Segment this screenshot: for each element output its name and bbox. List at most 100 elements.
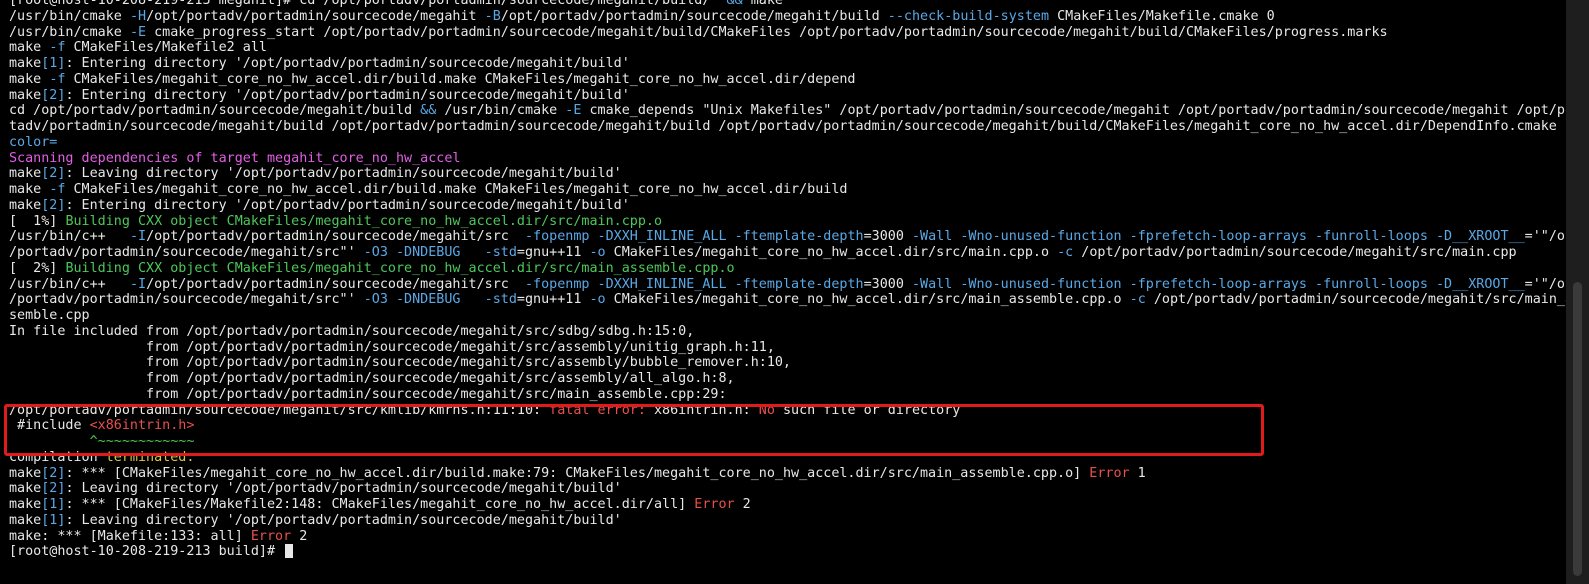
terminal-line: make[1]: *** [CMakeFiles/Makefile2:148: …	[9, 497, 751, 513]
terminal-text: Error	[250, 528, 292, 544]
terminal-text: : Entering directory '/opt/portadv/porta…	[65, 56, 630, 71]
terminal-text: CMakeFiles/Makefile.cmake 0	[1049, 8, 1275, 24]
terminal-text: Error	[694, 497, 735, 512]
terminal-text: Error	[1089, 465, 1130, 481]
terminal-text: /portadv/portadmin/sourcecode/megahit/sr…	[9, 292, 364, 308]
terminal-text: [ 2%]	[9, 260, 66, 276]
scrollbar-thumb[interactable]	[1573, 282, 1582, 576]
terminal-line: from /opt/portadv/portadmin/sourcecode/m…	[9, 387, 726, 403]
terminal-line: make[2]: Leaving directory '/opt/portadv…	[9, 481, 622, 497]
terminal-line: [ 1%] Building CXX object CMakeFiles/meg…	[9, 214, 662, 230]
terminal-line: /portadv/portadmin/sourcecode/megahit/sr…	[9, 245, 1517, 261]
terminal-text: /opt/portadv/portadmin/sourcecode/megahi…	[146, 276, 525, 292]
terminal-line: make[2]: Entering directory '/opt/portad…	[9, 88, 630, 104]
terminal-output[interactable]: [root@host-10-208-219-213 megahit]# cd /…	[0, 0, 1581, 584]
terminal-text: ^~~~~~~~~~~~~	[9, 434, 195, 449]
terminal-line: /usr/bin/c++ -I/opt/portadv/portadmin/so…	[9, 229, 1581, 245]
terminal-text: =3000	[863, 276, 912, 292]
terminal-text: [2]	[41, 197, 66, 213]
terminal-line: /opt/portadv/portadmin/sourcecode/megahi…	[9, 403, 960, 419]
terminal-text: -c	[1057, 245, 1074, 260]
terminal-text: -O3 -DNDEBUG	[363, 292, 461, 308]
terminal-text: /usr/bin/c++	[9, 229, 130, 245]
terminal-line: color=	[9, 135, 57, 151]
terminal-line: /usr/bin/cmake -E cmake_progress_start /…	[9, 25, 1388, 41]
terminal-line: make: *** [Makefile:133: all] Error 2	[9, 529, 307, 545]
scrollbar[interactable]	[1566, 0, 1589, 584]
terminal-text: &&	[726, 0, 743, 8]
terminal-text: =gnu++11	[516, 245, 590, 260]
terminal-text: cd /opt/portadv/portadmin/sourcecode/meg…	[9, 103, 421, 119]
terminal-text: -f	[49, 40, 66, 56]
terminal-text: fatal error:	[549, 402, 654, 418]
terminal-line: Scanning dependencies of target megahit_…	[9, 151, 460, 167]
terminal-text: -O3 -DNDEBUG	[363, 245, 461, 260]
terminal-line: semble.cpp	[9, 308, 90, 324]
terminal-text: /usr/bin/cmake	[9, 8, 130, 24]
terminal-text: : Leaving directory '/opt/portadv/portad…	[65, 166, 622, 182]
terminal-text: make: *** [Makefile:133: all]	[9, 528, 251, 544]
terminal-text: No	[758, 402, 775, 418]
terminal-text: tadv/portadmin/sourcecode/megahit/build …	[9, 119, 1565, 134]
terminal-line: #include <x86intrin.h>	[9, 418, 194, 434]
terminal-line: compilation terminated.	[9, 450, 194, 466]
terminal-text: make	[9, 71, 50, 87]
terminal-text: /usr/bin/c++	[9, 276, 130, 292]
terminal-text: -Wall -Wno-unused-function -fprefetch-lo…	[911, 276, 1525, 292]
terminal-text: make	[742, 0, 783, 8]
terminal-text: -E	[565, 103, 582, 119]
terminal-text: -o	[589, 245, 606, 260]
terminal-text: : Leaving directory '/opt/portadv/portad…	[65, 481, 622, 497]
terminal-line: /usr/bin/cmake -H/opt/portadv/portadmin/…	[9, 9, 1275, 25]
terminal-text: <x86intrin.h>	[89, 418, 195, 434]
terminal-text: [1]	[41, 512, 66, 528]
terminal-text: /usr/bin/cmake	[9, 24, 130, 40]
terminal-text: [2]	[41, 87, 66, 103]
terminal-text: : *** [CMakeFiles/Makefile2:148: CMakeFi…	[65, 497, 695, 512]
terminal-text: In file included from /opt/portadv/porta…	[9, 323, 695, 339]
terminal-text: /portadv/portadmin/sourcecode/megahit/sr…	[9, 245, 364, 260]
terminal-line: /usr/bin/c++ -I/opt/portadv/portadmin/so…	[9, 277, 1581, 293]
terminal-text: -I	[129, 276, 147, 292]
terminal-line: /portadv/portadmin/sourcecode/megahit/sr…	[9, 292, 1581, 308]
terminal-line: from /opt/portadv/portadmin/sourcecode/m…	[9, 355, 791, 371]
terminal-line: make[2]: Entering directory '/opt/portad…	[9, 198, 630, 214]
terminal-text: terminated.	[105, 449, 195, 465]
terminal-text: /opt/portadv/portadmin/sourcecode/megahi…	[146, 8, 485, 24]
terminal-text: /opt/portadv/portadmin/sourcecode/megahi…	[1073, 245, 1517, 260]
terminal-text: cmake_progress_start /opt/portadv/portad…	[146, 24, 1388, 40]
terminal-line: from /opt/portadv/portadmin/sourcecode/m…	[9, 371, 735, 387]
terminal-text: /opt/portadv/portadmin/sourcecode/megahi…	[500, 8, 888, 24]
terminal-text: /usr/bin/cmake	[436, 103, 566, 119]
cursor-block	[285, 544, 294, 559]
terminal-text: -Wall -Wno-unused-function -fprefetch-lo…	[911, 229, 1525, 245]
terminal-text: [root@host-10-208-219-213 build]#	[9, 544, 284, 560]
terminal-text: [root@host-10-208-219-213 megahit]# cd /…	[9, 0, 727, 8]
terminal-text: make	[9, 56, 42, 71]
terminal-line: make -f CMakeFiles/megahit_core_no_hw_ac…	[9, 72, 856, 88]
terminal-text: CMakeFiles/Makefile2 all	[65, 40, 267, 56]
terminal-text: [1]	[41, 56, 66, 71]
terminal-text: CMakeFiles/megahit_core_no_hw_accel.dir/…	[605, 292, 1130, 308]
terminal-text: 1	[1129, 465, 1146, 481]
terminal-text: -c	[1129, 292, 1146, 308]
terminal-text: -f	[49, 71, 66, 87]
terminal-line: make[1]: Entering directory '/opt/portad…	[9, 56, 630, 72]
terminal-text: [2]	[41, 465, 66, 481]
terminal-text: [1]	[41, 497, 66, 512]
terminal-text: --check-build-system	[887, 8, 1050, 24]
terminal-text: such file or directory	[774, 402, 961, 418]
terminal-text: [2]	[41, 166, 66, 182]
terminal-text: CMakeFiles/megahit_core_no_hw_accel.dir/…	[605, 245, 1058, 260]
terminal-text: /opt/portadv/portadmin/sourcecode/megahi…	[146, 229, 525, 245]
terminal-text: /opt/portadv/portadmin/sourcecode/megahi…	[9, 402, 550, 418]
terminal-text: make	[9, 197, 42, 213]
terminal-line: make -f CMakeFiles/Makefile2 all	[9, 40, 267, 56]
terminal-text: make	[9, 481, 42, 497]
terminal-text: 2	[291, 528, 308, 544]
terminal-text: -o	[589, 292, 606, 308]
terminal-text: /opt/portadv/portadmin/sourcecode/megahi…	[1145, 292, 1582, 308]
terminal-text: : *** [CMakeFiles/megahit_core_no_hw_acc…	[65, 465, 1090, 481]
terminal-text: : Entering directory '/opt/portadv/porta…	[65, 197, 630, 213]
terminal-text: 2	[734, 497, 751, 512]
